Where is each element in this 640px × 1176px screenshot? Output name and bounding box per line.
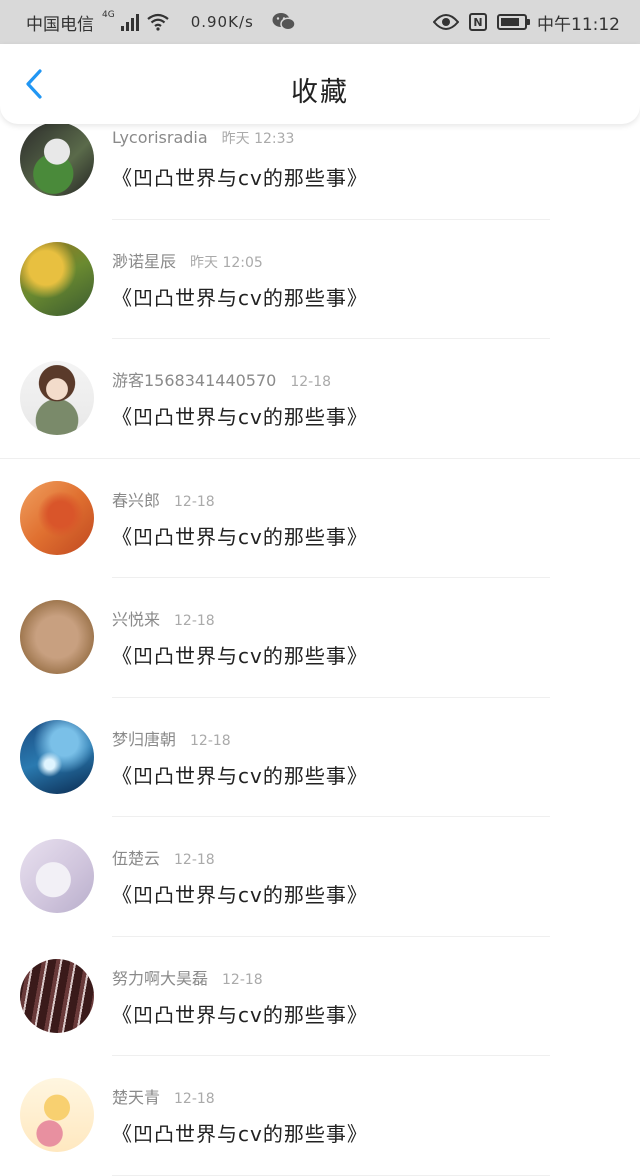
eye-icon [433,14,459,30]
item-content[interactable]: 《凹凸世界与cv的那些事》 [112,640,368,669]
item-meta: 春兴郎 12-18 [112,487,215,511]
avatar[interactable] [20,480,94,555]
list-item[interactable]: 春兴郎 12-18 《凹凸世界与cv的那些事》 [0,459,640,578]
item-meta: 楚天青 12-18 [112,1084,215,1108]
network-type-label: 4G [102,9,115,20]
list-item[interactable]: 渺诺星辰 昨天 12:05 《凹凸世界与cv的那些事》 [0,220,640,339]
favorites-list: Lycorisradia 昨天 12:33 《凹凸世界与cv的那些事》 渺诺星辰 昨天 … [0,100,640,1176]
avatar[interactable] [20,839,94,913]
item-content[interactable]: 《凹凸世界与cv的那些事》 [112,1118,368,1147]
user-name[interactable]: 伍楚云 [112,849,160,868]
item-meta: 努力啊大昊磊 12-18 [112,965,263,989]
list-item[interactable]: 梦归唐朝 12-18 《凹凸世界与cv的那些事》 [0,698,640,817]
item-meta: 游客1568341440570 12-18 [112,367,331,391]
wifi-icon [147,13,169,31]
timestamp: 12-18 [174,613,215,629]
user-name[interactable]: 努力啊大昊磊 [112,969,208,988]
wechat-icon [272,13,296,31]
item-content[interactable]: 《凹凸世界与cv的那些事》 [112,282,368,311]
avatar[interactable] [20,241,94,316]
timestamp: 12-18 [190,732,231,749]
item-content[interactable]: 《凹凸世界与cv的那些事》 [112,521,368,550]
avatar[interactable] [20,361,94,435]
list-item[interactable]: 游客1568341440570 12-18 《凹凸世界与cv的那些事》 [0,339,640,459]
timestamp: 12-18 [174,852,215,868]
item-meta: Lycorisradia 昨天 12:33 [112,128,294,148]
signal-icon [120,13,139,31]
user-name[interactable]: Lycorisradia [112,128,208,147]
timestamp: 12-18 [290,374,332,390]
page-title: 收藏 [291,77,349,108]
nfc-icon: N [469,13,487,31]
avatar[interactable] [20,1078,94,1152]
status-bar: 中国电信 4G 0.90K/s N 中午11:12 [0,0,640,44]
item-content[interactable]: 《凹凸世界与cv的那些事》 [112,879,368,908]
user-name[interactable]: 春兴郎 [112,491,160,510]
timestamp: 12-18 [222,971,263,988]
avatar[interactable] [20,600,94,674]
timestamp: 昨天 12:33 [221,131,295,147]
item-meta: 兴悦来 12-18 [112,606,215,630]
avatar[interactable] [20,958,94,1033]
top-app-bar: 收藏 [0,44,640,124]
list-item[interactable]: 伍楚云 12-18 《凹凸世界与cv的那些事》 [0,817,640,937]
item-meta: 伍楚云 12-18 [112,845,215,869]
user-name[interactable]: 兴悦来 [112,610,160,629]
timestamp: 12-18 [174,1091,215,1107]
timestamp: 12-18 [174,493,215,510]
battery-icon [497,14,530,30]
user-name[interactable]: 渺诺星辰 [112,252,176,271]
list-item[interactable]: 兴悦来 12-18 《凹凸世界与cv的那些事》 [0,578,640,698]
item-content[interactable]: 《凹凸世界与cv的那些事》 [112,162,368,191]
user-name[interactable]: 游客1568341440570 [112,371,276,390]
item-content[interactable]: 《凹凸世界与cv的那些事》 [112,999,368,1028]
user-name[interactable]: 楚天青 [112,1088,160,1107]
avatar[interactable] [20,719,94,794]
carrier-label: 中国电信 [26,14,94,35]
item-meta: 梦归唐朝 12-18 [112,726,231,750]
user-name[interactable]: 梦归唐朝 [112,730,176,749]
item-content[interactable]: 《凹凸世界与cv的那些事》 [112,760,368,789]
list-item[interactable]: 楚天青 12-18 《凹凸世界与cv的那些事》 [0,1056,640,1176]
item-meta: 渺诺星辰 昨天 12:05 [112,248,263,272]
timestamp: 昨天 12:05 [190,254,263,271]
item-content[interactable]: 《凹凸世界与cv的那些事》 [112,401,368,430]
network-speed-label: 0.90K/s [190,13,254,31]
avatar[interactable] [20,122,94,196]
clock-label: 中午11:12 [537,14,620,35]
list-item[interactable]: 努力啊大昊磊 12-18 《凹凸世界与cv的那些事》 [0,937,640,1056]
divider [112,1174,550,1176]
